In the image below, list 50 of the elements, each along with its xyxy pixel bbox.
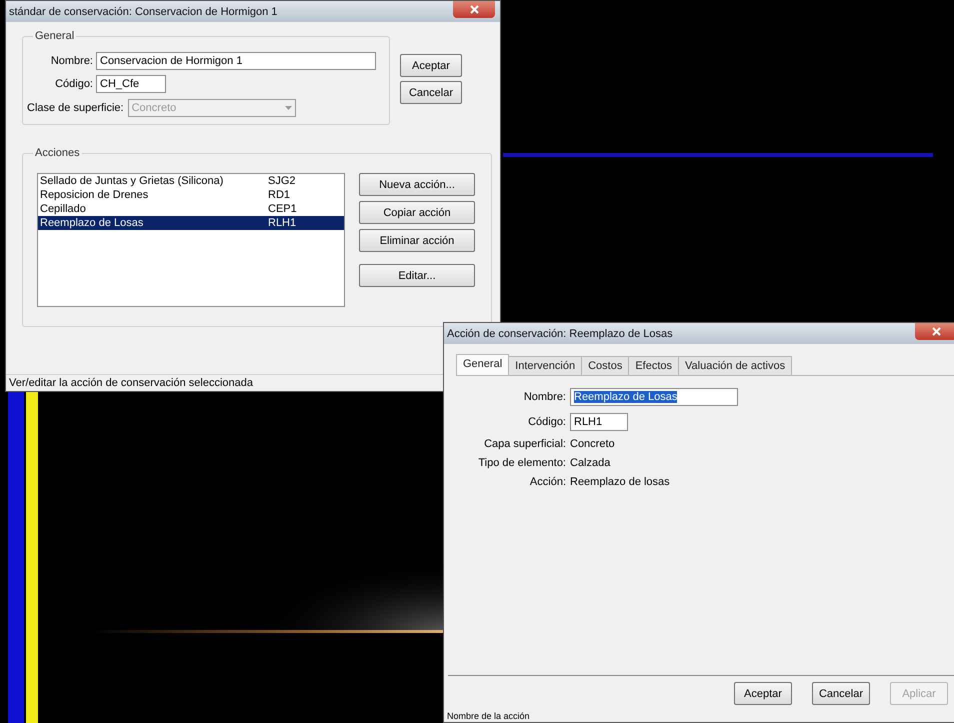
accept-button[interactable]: Aceptar [400,54,462,77]
field-label: Clase de superficie: [27,102,124,114]
field-label: Nombre: [522,391,566,403]
close-icon [470,5,478,14]
window-title: Acción de conservación: Reemplazo de Losas [447,328,673,340]
field-label: Código: [54,78,93,90]
action-code: SJG2 [268,174,296,188]
field-label: Nombre: [50,55,93,67]
dropdown-arrow-icon [284,106,292,110]
field-label: Código: [527,416,566,428]
action-name: Reposicion de Drenes [40,188,150,202]
input-field[interactable]: RLH1 [570,413,628,431]
status-text: Nombre de la acción [446,711,531,722]
close-button[interactable] [453,1,495,18]
cancel-button[interactable]: Cancelar [812,682,870,705]
tab[interactable]: Valuación de activos [678,356,792,375]
field-value: Reemplazo de losas [570,476,671,488]
list-row[interactable]: Cepillado CEP1 [38,202,344,216]
window-title: stándar de conservación: Conservacion de Hormigon 1 [9,6,278,18]
list-row[interactable]: Reposicion de Drenes RD1 [38,188,344,202]
field-label: Acción: [528,476,566,488]
new-action-button[interactable]: Nueva acción... [359,173,475,196]
copy-action-button[interactable]: Copiar acción [359,201,475,224]
tab[interactable]: Efectos [628,356,680,375]
group-label: Acciones [34,147,81,159]
action-name: Cepillado [40,202,87,216]
input-field[interactable]: Reemplazo de Losas [570,388,738,406]
field-label: Tipo de elemento: [477,457,566,469]
field-label: Capa superficial: [483,438,566,450]
action-name: Sellado de Juntas y Grietas (Silicona) [40,174,224,188]
action-code: RD1 [268,188,290,202]
accept-button[interactable]: Aceptar [734,682,792,705]
field-value: Calzada [570,457,612,469]
action-code: CEP1 [268,202,297,216]
input-field[interactable]: CH_Cfe [96,75,166,93]
tab[interactable]: Intervención [508,356,582,375]
cancel-button[interactable]: Cancelar [400,81,462,104]
delete-action-button[interactable]: Eliminar acción [359,229,475,252]
field-value: Concreto [570,438,616,450]
close-icon [932,327,940,336]
tab[interactable]: Costos [581,356,630,375]
action-code: RLH1 [268,216,296,230]
edit-button[interactable]: Editar... [359,264,475,287]
list-row[interactable]: Reemplazo de Losas RLH1 [38,216,344,230]
close-button[interactable] [915,323,954,340]
list-row[interactable]: Sellado de Juntas y Grietas (Silicona) SJG2 [38,174,344,188]
group-label: General [34,30,76,42]
action-name: Reemplazo de Losas [40,216,144,230]
input-field[interactable]: Conservacion de Hormigon 1 [96,52,376,70]
tab[interactable]: General [456,354,510,375]
